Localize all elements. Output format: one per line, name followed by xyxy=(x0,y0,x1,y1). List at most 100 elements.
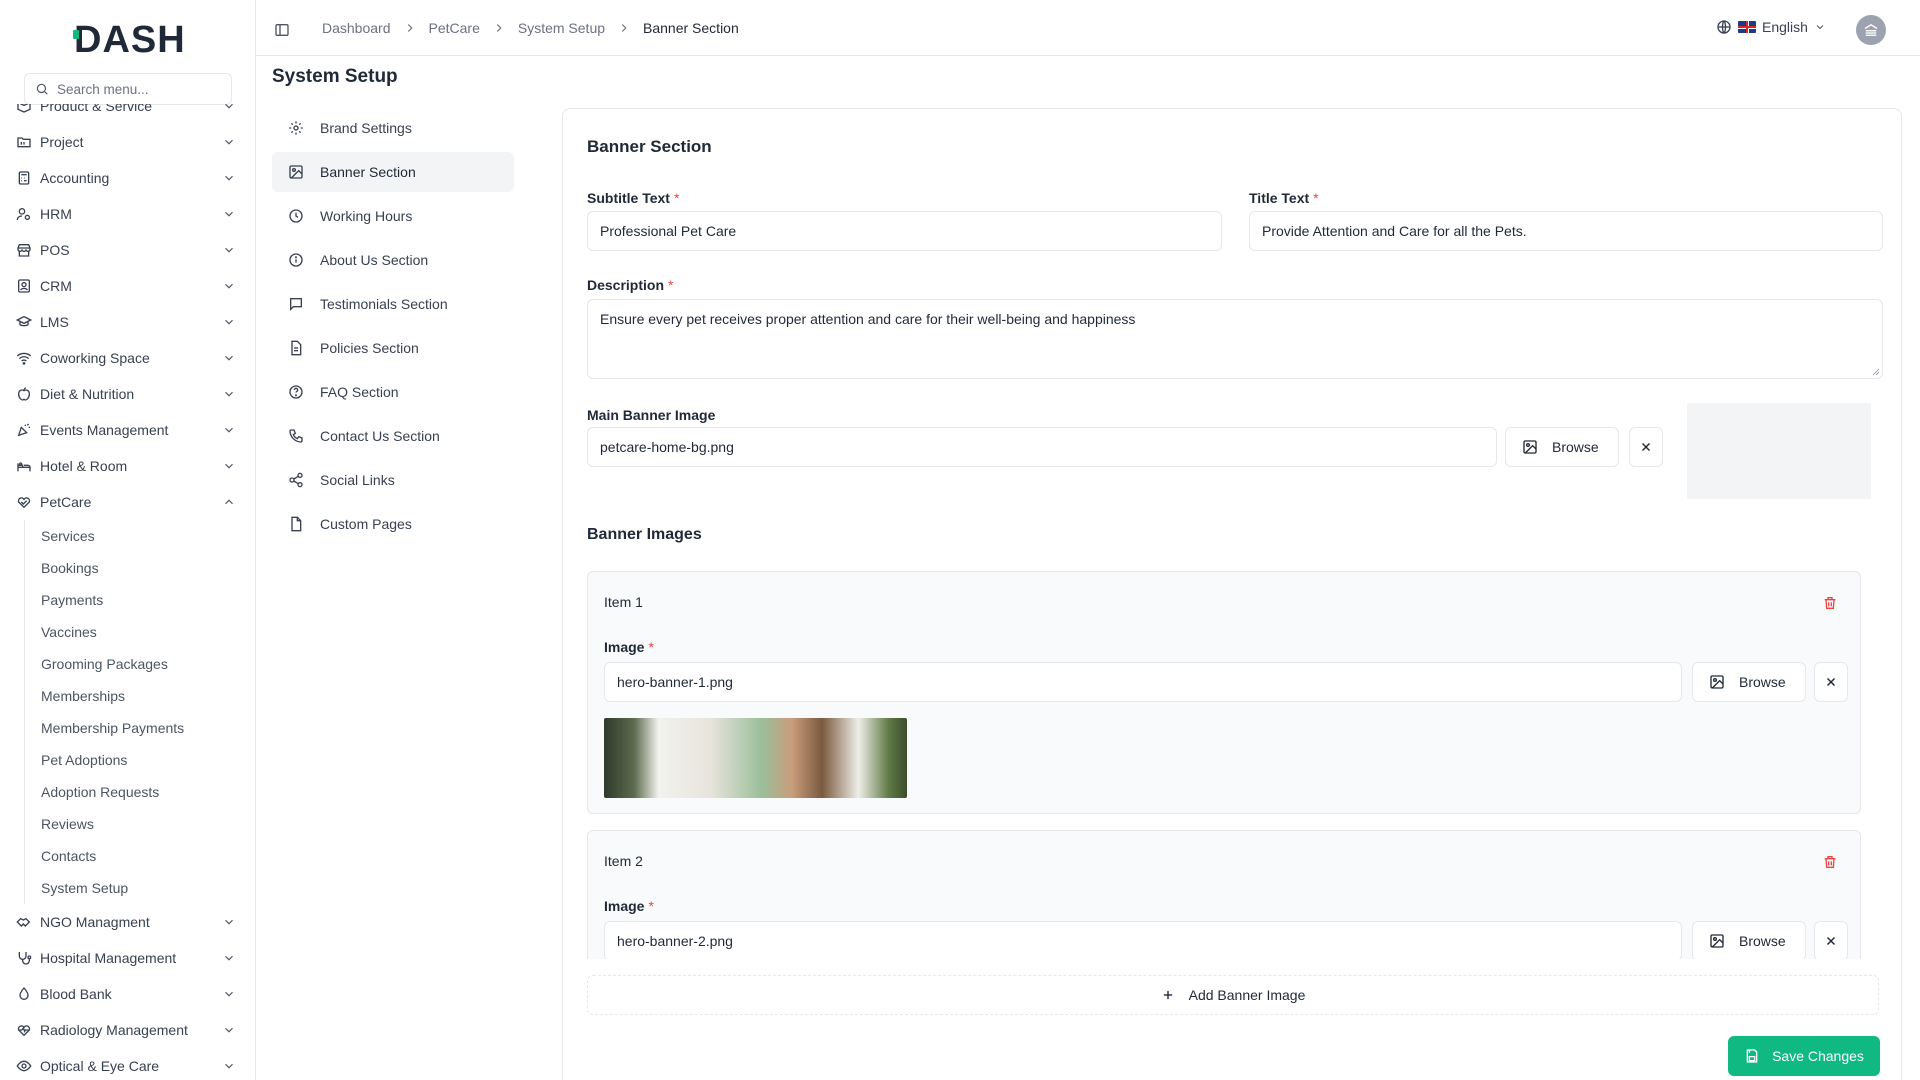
submenu-item-grooming-packages[interactable]: Grooming Packages xyxy=(25,648,255,680)
settings-item-contact-us-section[interactable]: Contact Us Section xyxy=(272,416,514,456)
submenu-item-pet-adoptions[interactable]: Pet Adoptions xyxy=(25,744,255,776)
resize-handle-icon[interactable] xyxy=(1872,368,1880,376)
settings-item-banner-section[interactable]: Banner Section xyxy=(272,152,514,192)
wifi-icon xyxy=(16,352,32,365)
submenu-item-adoption-requests[interactable]: Adoption Requests xyxy=(25,776,255,808)
main-banner-browse-button[interactable]: Browse xyxy=(1505,427,1619,467)
globe-icon xyxy=(1717,20,1731,34)
item-browse-button[interactable]: Browse xyxy=(1692,921,1806,959)
subtitle-input[interactable]: Professional Pet Care xyxy=(587,211,1222,251)
dash-logo[interactable]: DASH xyxy=(73,19,186,61)
graduation-icon xyxy=(16,315,32,327)
item-clear-button[interactable] xyxy=(1814,921,1848,959)
sidebar-item-hrm[interactable]: HRM xyxy=(0,196,255,232)
calculator-icon xyxy=(18,171,30,185)
main-banner-clear-button[interactable] xyxy=(1629,427,1663,467)
breadcrumb-system-setup[interactable]: System Setup xyxy=(518,20,605,36)
contact-icon xyxy=(18,279,30,293)
box-icon xyxy=(17,104,31,113)
chevron-down-icon xyxy=(225,463,233,469)
submenu-item-memberships[interactable]: Memberships xyxy=(25,680,255,712)
sidebar-toggle-icon[interactable] xyxy=(274,22,290,38)
submenu-item-bookings[interactable]: Bookings xyxy=(25,552,255,584)
breadcrumb-petcare[interactable]: PetCare xyxy=(429,20,480,36)
add-banner-label: Add Banner Image xyxy=(1188,987,1306,1003)
submenu-item-vaccines[interactable]: Vaccines xyxy=(25,616,255,648)
settings-item-about-us-section[interactable]: About Us Section xyxy=(272,240,514,280)
sidebar-item-optical-eye-care[interactable]: Optical & Eye Care xyxy=(0,1048,255,1080)
sidebar-item-project[interactable]: Project xyxy=(0,124,255,160)
main-banner-image-input[interactable]: petcare-home-bg.png xyxy=(587,427,1497,467)
sidebar-item-blood-bank[interactable]: Blood Bank xyxy=(0,976,255,1012)
user-avatar[interactable] xyxy=(1856,15,1886,45)
item-image-input[interactable]: hero-banner-2.png xyxy=(604,921,1682,959)
sidebar-item-hospital-management[interactable]: Hospital Management xyxy=(0,940,255,976)
settings-item-label: Social Links xyxy=(320,472,395,488)
item-clear-button[interactable] xyxy=(1814,662,1848,702)
sidebar-item-diet-nutrition[interactable]: Diet & Nutrition xyxy=(0,376,255,412)
sidebar-item-coworking-space[interactable]: Coworking Space xyxy=(0,340,255,376)
breadcrumb-current: Banner Section xyxy=(643,20,739,36)
sidebar-item-label: CRM xyxy=(40,278,72,294)
heart-hand-icon xyxy=(17,497,31,509)
plus-icon xyxy=(1163,990,1172,1000)
sidebar-item-accounting[interactable]: Accounting xyxy=(0,160,255,196)
settings-item-custom-pages[interactable]: Custom Pages xyxy=(272,504,514,544)
sidebar-item-events-management[interactable]: Events Management xyxy=(0,412,255,448)
item-browse-button[interactable]: Browse xyxy=(1692,662,1806,702)
language-selector[interactable]: English xyxy=(1716,19,1826,35)
sidebar-item-pos[interactable]: POS xyxy=(0,232,255,268)
sidebar-item-label: Diet & Nutrition xyxy=(40,386,135,402)
chevron-right-icon xyxy=(496,24,502,32)
chevron-right-icon xyxy=(407,24,413,32)
stethoscope-icon xyxy=(18,952,32,965)
chevron-down-icon xyxy=(225,139,233,145)
chevron-down-icon xyxy=(225,175,233,181)
settings-item-faq-section[interactable]: FAQ Section xyxy=(272,372,514,412)
submenu-item-contacts[interactable]: Contacts xyxy=(25,840,255,872)
settings-item-brand-settings[interactable]: Brand Settings xyxy=(272,108,514,148)
add-banner-image-button[interactable]: Add Banner Image xyxy=(587,975,1879,1015)
required-asterisk: * xyxy=(673,190,680,206)
description-textarea[interactable]: Ensure every pet receives proper attenti… xyxy=(587,299,1883,379)
sidebar-item-label: Hotel & Room xyxy=(40,458,128,474)
trash-icon[interactable] xyxy=(1822,595,1838,611)
sidebar-item-label: PetCare xyxy=(40,494,92,510)
sidebar-item-radiology-management[interactable]: Radiology Management xyxy=(0,1012,255,1048)
settings-item-working-hours[interactable]: Working Hours xyxy=(272,196,514,236)
settings-item-testimonials-section[interactable]: Testimonials Section xyxy=(272,284,514,324)
file-text-icon xyxy=(291,340,302,356)
top-header: Dashboard PetCare System Setup Banner Se… xyxy=(256,0,1920,56)
breadcrumb-dashboard[interactable]: Dashboard xyxy=(322,20,391,36)
sidebar-item-lms[interactable]: LMS xyxy=(0,304,255,340)
sidebar-item-product-service[interactable]: Product & Service xyxy=(0,104,255,124)
trash-icon[interactable] xyxy=(1822,854,1838,870)
save-changes-button[interactable]: Save Changes xyxy=(1728,1036,1880,1076)
submenu-item-membership-payments[interactable]: Membership Payments xyxy=(25,712,255,744)
submenu-item-services[interactable]: Services xyxy=(25,520,255,552)
settings-item-policies-section[interactable]: Policies Section xyxy=(272,328,514,368)
submenu-item-system-setup[interactable]: System Setup xyxy=(25,872,255,904)
submenu-item-reviews[interactable]: Reviews xyxy=(25,808,255,840)
sidebar-item-hotel-room[interactable]: Hotel & Room xyxy=(0,448,255,484)
petcare-submenu: Services Bookings Payments Vaccines Groo… xyxy=(24,520,255,904)
sidebar-item-petcare[interactable]: PetCare xyxy=(0,484,255,520)
submenu-item-payments[interactable]: Payments xyxy=(25,584,255,616)
chevron-down-icon xyxy=(225,1063,233,1069)
item-image-input[interactable]: hero-banner-1.png xyxy=(604,662,1682,702)
required-asterisk: * xyxy=(648,898,654,914)
message-icon xyxy=(290,298,302,311)
sidebar-item-crm[interactable]: CRM xyxy=(0,268,255,304)
search-box[interactable] xyxy=(24,73,232,105)
chevron-down-icon xyxy=(1816,25,1824,30)
search-input[interactable] xyxy=(57,81,217,97)
settings-item-social-links[interactable]: Social Links xyxy=(272,460,514,500)
chevron-down-icon xyxy=(225,1027,233,1033)
banner-section-card: Banner Section Subtitle Text * Profession… xyxy=(562,108,1902,1080)
sidebar-nav: Product & Service Project Accounting HRM xyxy=(0,104,255,1080)
hotel-icon xyxy=(17,462,31,472)
main-banner-image-label: Main Banner Image xyxy=(587,407,716,423)
sidebar-item-label: Radiology Management xyxy=(40,1022,188,1038)
sidebar-item-ngo-managment[interactable]: NGO Managment xyxy=(0,904,255,940)
title-text-input[interactable]: Provide Attention and Care for all the P… xyxy=(1249,211,1883,251)
